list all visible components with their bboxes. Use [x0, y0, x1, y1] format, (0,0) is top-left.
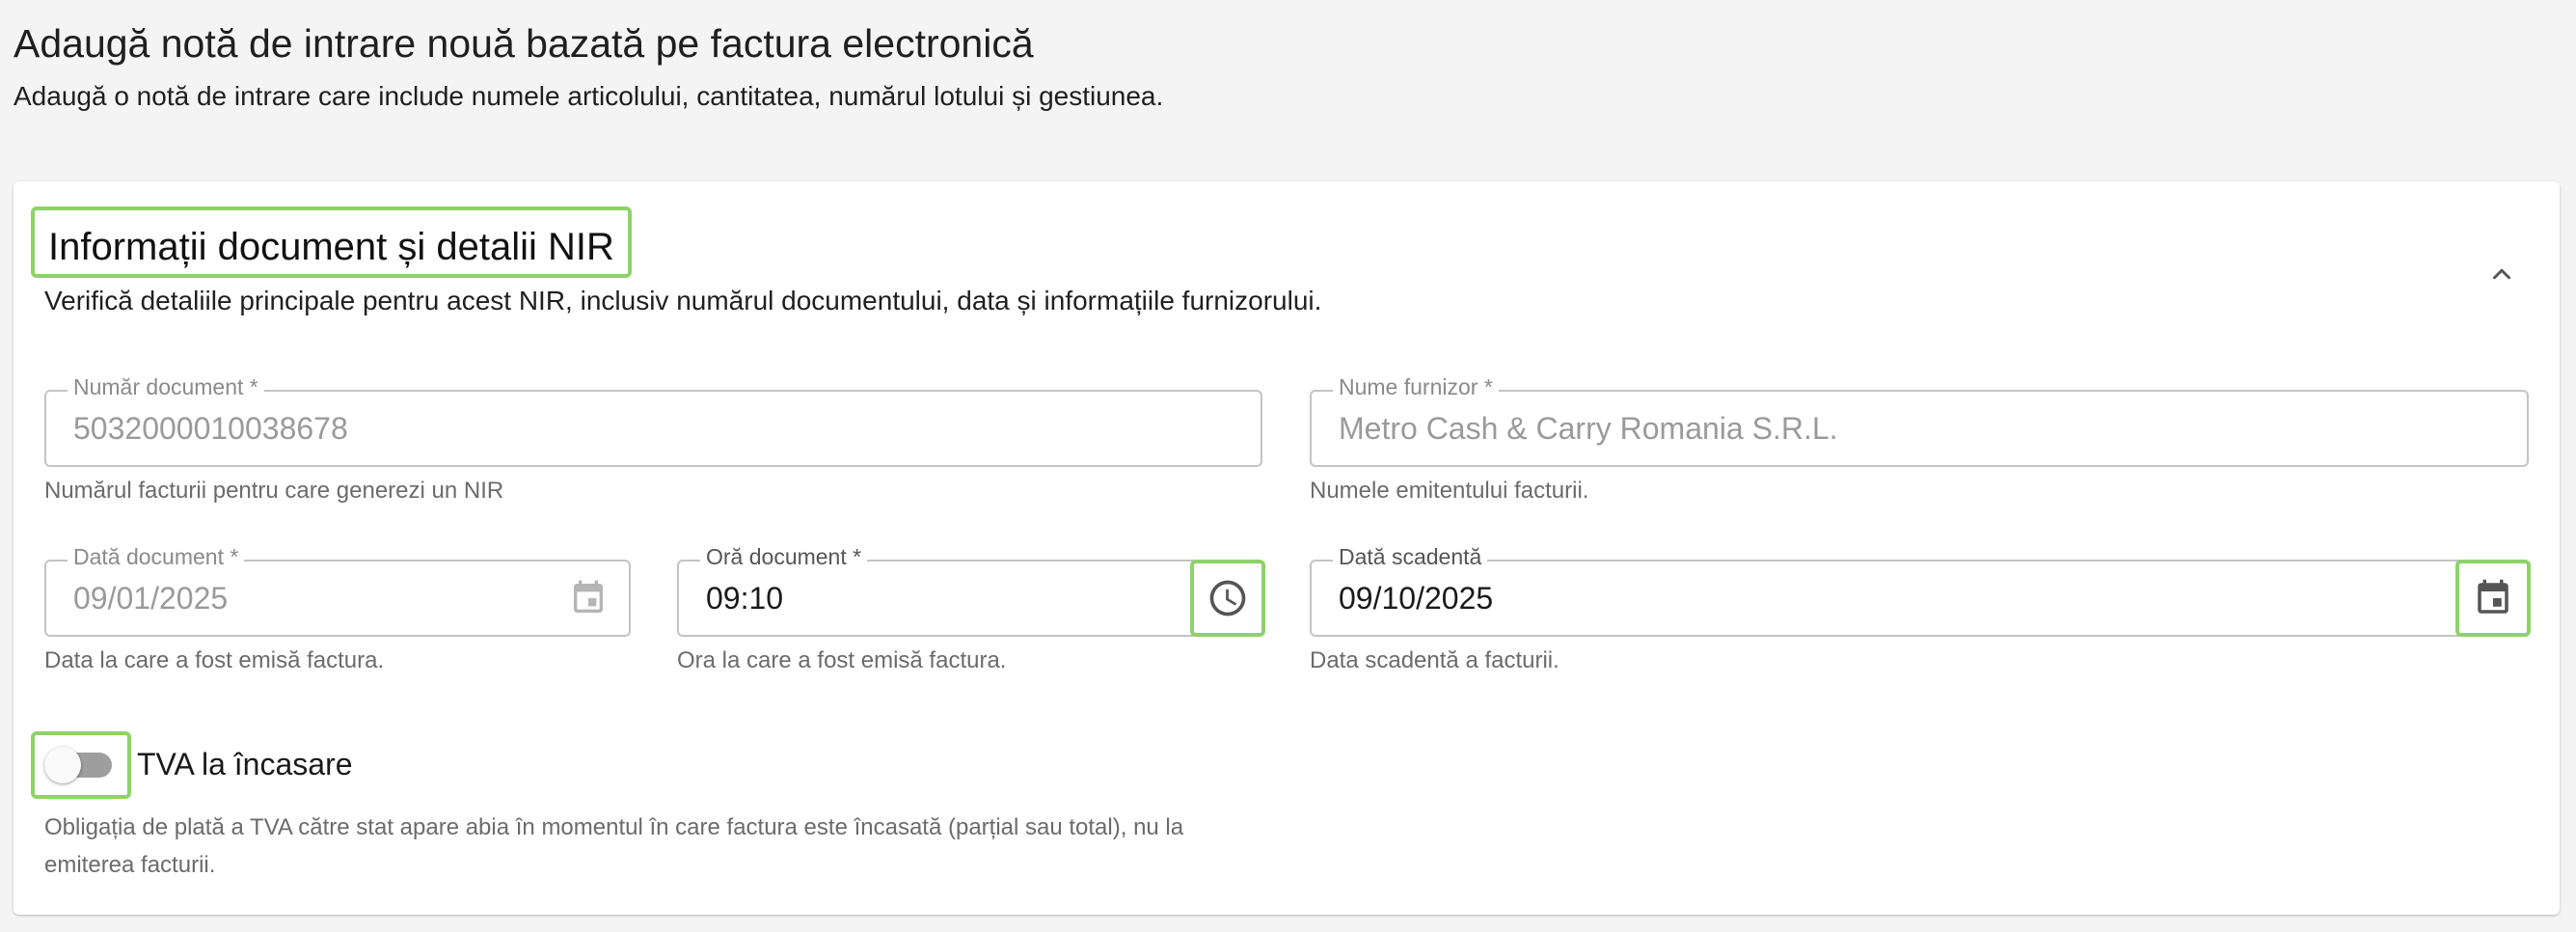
due-date-picker-button[interactable]	[2455, 560, 2531, 637]
due-date-helper: Data scadentă a facturii.	[1310, 647, 1559, 673]
due-date-value: 09/10/2025	[1339, 581, 1494, 616]
document-number-helper: Numărul facturii pentru care generezi un…	[44, 478, 504, 504]
supplier-name-value: Metro Cash & Carry Romania S.R.L.	[1339, 411, 1838, 446]
vat-on-collection-toggle[interactable]	[31, 731, 131, 799]
document-time-value: 09:10	[706, 581, 784, 616]
document-number-field[interactable]: Număr document * 5032000010038678	[44, 374, 1262, 467]
section-description: Verifică detaliile principale pentru ace…	[44, 286, 1322, 315]
page-title: Adaugă notă de intrare nouă bazată pe fa…	[14, 21, 1034, 66]
document-number-value: 5032000010038678	[73, 411, 348, 446]
toggle-track	[44, 747, 112, 783]
vat-toggle-label: TVA la încasare	[137, 747, 353, 781]
supplier-name-helper: Numele emitentului facturii.	[1310, 478, 1589, 504]
toggle-thumb	[44, 747, 81, 783]
section-title: Informații document și detalii NIR	[48, 225, 614, 268]
document-info-card: Informații document și detalii NIR Verif…	[14, 181, 2560, 915]
document-time-picker-button[interactable]	[1190, 560, 1265, 637]
document-time-helper: Ora la care a fost emisă factura.	[677, 647, 1007, 673]
supplier-name-field[interactable]: Nume furnizor * Metro Cash & Carry Roman…	[1310, 374, 2529, 467]
due-date-field[interactable]: Dată scadentă 09/10/2025	[1310, 544, 2531, 637]
collapse-section-button[interactable]	[2479, 251, 2525, 297]
document-date-helper: Data la care a fost emisă factura.	[44, 647, 385, 673]
chevron-up-icon	[2493, 268, 2510, 280]
page-subtitle: Adaugă o notă de intrare care include nu…	[14, 81, 1164, 111]
vat-toggle-description: Obligația de plată a TVA către stat apar…	[44, 814, 1184, 878]
calendar-icon	[574, 580, 603, 613]
clock-icon	[1209, 580, 1246, 617]
document-date-value: 09/01/2025	[73, 581, 229, 616]
document-time-field[interactable]: Oră document * 09:10	[677, 544, 1265, 637]
document-date-picker-button[interactable]	[559, 569, 617, 627]
document-date-field[interactable]: Dată document * 09/01/2025	[44, 544, 631, 637]
section-title-highlight: Informații document și detalii NIR	[31, 206, 632, 278]
calendar-icon	[2478, 579, 2508, 614]
